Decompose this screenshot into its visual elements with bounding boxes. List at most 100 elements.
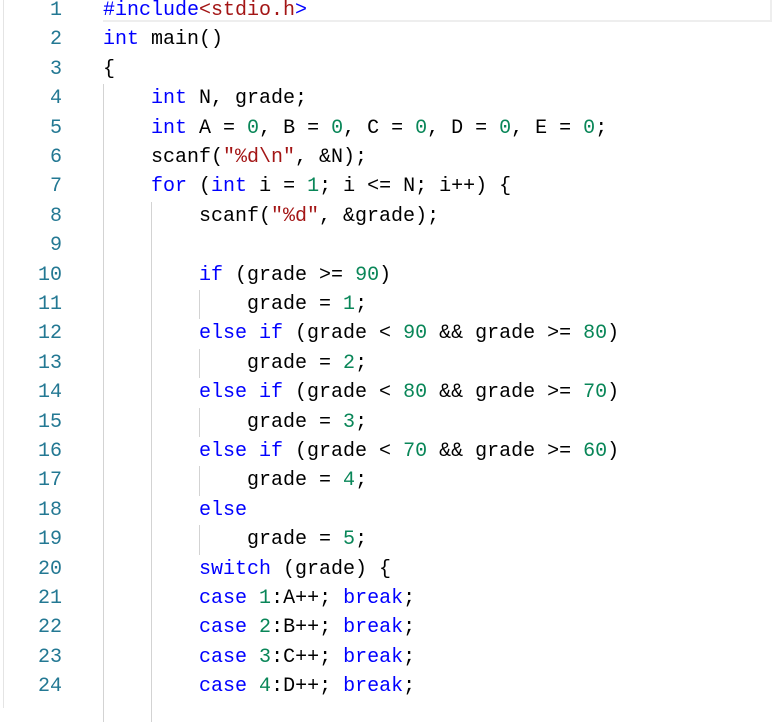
line-number: 21: [37, 587, 62, 610]
code-token: :A++;: [271, 587, 344, 610]
line-number: 6: [49, 146, 62, 169]
keyword-token: switch: [199, 557, 272, 581]
keyword-token: break: [343, 645, 404, 669]
code-token: && grade >=: [427, 381, 584, 405]
number-token: 4: [343, 469, 356, 493]
code-line[interactable]: 19 grade = 5;: [0, 525, 772, 554]
keyword-token: case: [199, 587, 248, 610]
keyword-token: break: [343, 587, 404, 610]
indent-guide: [199, 466, 200, 496]
code-token: , &N);: [295, 146, 368, 169]
line-code[interactable]: case 1:A++; break;: [103, 584, 415, 613]
indent-guide: [199, 525, 200, 555]
keyword-token: #include: [103, 0, 200, 22]
code-line[interactable]: 6 scanf("%d\n", &N);: [0, 143, 772, 172]
line-number: 18: [37, 498, 62, 522]
line-number: 8: [49, 204, 62, 228]
line-code[interactable]: scanf("%d\n", &N);: [103, 143, 367, 172]
code-token: ;: [355, 293, 368, 316]
code-token: grade =: [103, 528, 344, 552]
number-token: 0: [331, 116, 344, 140]
code-line[interactable]: 24 case 4:D++; break;: [0, 672, 772, 701]
indent-guide: [199, 348, 200, 379]
number-token: 0: [415, 116, 428, 140]
number-token: 90: [403, 322, 428, 346]
line-code[interactable]: int A = 0, B = 0, C = 0, D = 0, E = 0;: [103, 114, 607, 143]
line-code[interactable]: grade = 1;: [103, 290, 367, 319]
code-line[interactable]: 5 int A = 0, B = 0, C = 0, D = 0, E = 0;: [0, 114, 772, 143]
code-line[interactable]: 4 int N, grade;: [0, 84, 772, 113]
code-token: ;: [595, 116, 608, 140]
code-line[interactable]: 13 grade = 2;: [0, 349, 772, 378]
code-line[interactable]: 2 int main(): [0, 25, 772, 54]
string-token: "%d\n": [223, 146, 296, 169]
line-code[interactable]: grade = 5;: [103, 525, 367, 554]
line-code[interactable]: {: [103, 55, 115, 84]
code-line[interactable]: 17 grade = 4;: [0, 466, 772, 495]
line-code[interactable]: case 4:D++; break;: [103, 672, 415, 701]
keyword-token: for: [151, 175, 188, 199]
line-code[interactable]: case 2:B++; break;: [103, 613, 415, 642]
number-token: 3: [259, 645, 272, 669]
line-code[interactable]: if (grade >= 90): [103, 261, 391, 290]
code-line[interactable]: 10 if (grade >= 90): [0, 261, 772, 290]
keyword-token: int: [103, 28, 140, 52]
code-token: (grade <: [283, 440, 404, 463]
number-token: 5: [343, 528, 356, 552]
code-line[interactable]: 21 case 1:A++; break;: [0, 584, 772, 613]
code-token: scanf(: [103, 204, 272, 228]
line-code[interactable]: int N, grade;: [103, 84, 307, 113]
code-line[interactable]: 14 else if (grade < 80 && grade >= 70): [0, 378, 772, 407]
code-token: , D =: [427, 116, 500, 140]
line-number: 14: [37, 381, 62, 405]
keyword-token: else if: [199, 322, 284, 346]
code-line[interactable]: 12 else if (grade < 90 && grade >= 80): [0, 319, 772, 348]
code-line[interactable]: 8 scanf("%d", &grade);: [0, 202, 772, 231]
keyword-token: case: [199, 675, 248, 699]
line-number: 22: [37, 616, 62, 640]
code-line[interactable]: 22 case 2:B++; break;: [0, 613, 772, 642]
code-line[interactable]: 16 else if (grade < 70 && grade >= 60): [0, 437, 772, 466]
code-line[interactable]: 3{: [0, 55, 772, 84]
line-code[interactable]: #include<stdio.h>: [103, 0, 307, 25]
line-code[interactable]: grade = 2;: [103, 349, 367, 378]
code-token: , C =: [343, 116, 416, 140]
line-number: 17: [37, 469, 62, 493]
line-code[interactable]: case 3:C++; break;: [103, 643, 415, 672]
line-number: 24: [37, 675, 62, 699]
line-code[interactable]: else if (grade < 80 && grade >= 70): [103, 378, 619, 407]
code-line[interactable]: 11 grade = 1;: [0, 290, 772, 319]
line-code[interactable]: grade = 3;: [103, 408, 367, 437]
line-code[interactable]: else: [103, 496, 247, 525]
indent-guide: [199, 407, 200, 437]
line-number: 11: [37, 293, 62, 316]
code-line[interactable]: 1 #include<stdio.h>: [0, 0, 772, 25]
code-line[interactable]: 9: [0, 231, 772, 260]
code-token: , B =: [259, 116, 332, 140]
number-token: 70: [583, 381, 608, 405]
line-code[interactable]: switch (grade) {: [103, 555, 391, 584]
code-token: ;: [403, 645, 416, 669]
code-line[interactable]: 7 for (int i = 1; i <= N; i++) {: [0, 172, 772, 201]
keyword-token: case: [199, 616, 248, 640]
line-code[interactable]: for (int i = 1; i <= N; i++) {: [103, 172, 511, 201]
line-code[interactable]: grade = 4;: [103, 466, 367, 495]
line-code[interactable]: int main(): [103, 25, 223, 54]
line-code[interactable]: else if (grade < 90 && grade >= 80): [103, 319, 619, 348]
code-editor[interactable]: 1 #include<stdio.h> 2 int main() 3{4 int N, …: [0, 0, 772, 722]
code-line[interactable]: 20 switch (grade) {: [0, 555, 772, 584]
code-token: (grade >=: [223, 263, 356, 287]
code-line[interactable]: 18 else: [0, 496, 772, 525]
code-token: main(): [139, 28, 224, 52]
code-line[interactable]: 15 grade = 3;: [0, 408, 772, 437]
line-code[interactable]: scanf("%d", &grade);: [103, 202, 439, 231]
line-code[interactable]: else if (grade < 70 && grade >= 60): [103, 437, 619, 466]
code-token: , &grade);: [319, 204, 440, 228]
code-token: :C++;: [271, 645, 344, 669]
code-line[interactable]: 23 case 3:C++; break;: [0, 643, 772, 672]
keyword-token: int: [211, 175, 248, 199]
